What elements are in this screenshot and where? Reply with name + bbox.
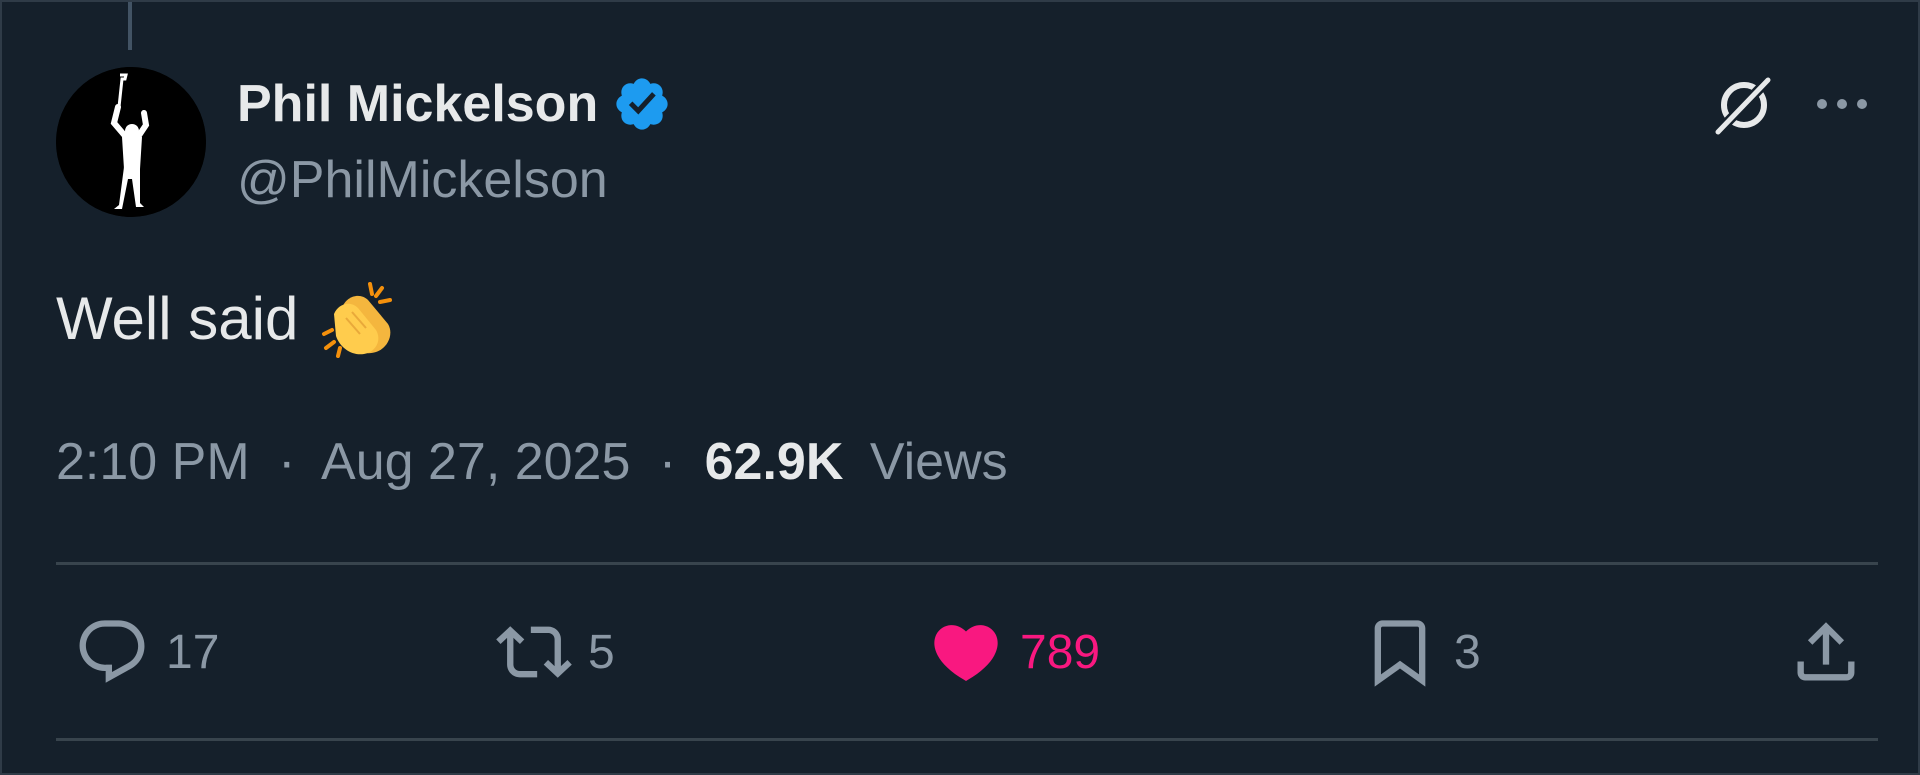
author-display-name[interactable]: Phil Mickelson [237,72,598,136]
tweet-text: Well said [56,278,398,360]
avatar[interactable] [56,67,206,217]
more-icon[interactable] [1814,84,1870,124]
divider [56,738,1878,741]
retweet-count: 5 [588,625,615,679]
tweet-time[interactable]: 2:10 PM [56,433,250,491]
meta-separator: · [278,433,296,491]
retweet-button[interactable]: 5 [496,612,615,692]
share-button[interactable] [1788,612,1864,692]
bookmark-button[interactable]: 3 [1362,612,1481,692]
author-name-row: Phil Mickelson [237,72,672,136]
meta-separator: · [658,433,677,491]
like-count: 789 [1020,625,1101,679]
verified-badge-icon[interactable] [612,74,672,134]
grok-icon[interactable] [1708,70,1778,140]
tweet-date[interactable]: Aug 27, 2025 [321,433,630,491]
tweet-card: Phil Mickelson @PhilMickelson Well said [0,0,1920,775]
views-count[interactable]: 62.9K [705,433,844,491]
action-bar: 17 5 789 3 [2,612,1920,692]
heart-icon [934,625,998,682]
bookmark-count: 3 [1454,625,1481,679]
reply-count: 17 [166,625,220,679]
reply-icon [79,620,145,683]
views-label: Views [869,433,1008,491]
thread-connector-line [128,2,132,50]
clapping-hands-emoji-icon [316,278,398,360]
reply-button[interactable]: 17 [74,612,219,692]
tweet-meta: 2:10 PM · Aug 27, 2025 · 62.9K Views [56,430,1008,494]
like-button[interactable]: 789 [928,612,1100,692]
bookmark-icon [1374,620,1426,687]
divider [56,562,1878,565]
golfer-silhouette-icon [56,67,206,217]
share-icon [1797,622,1855,681]
retweet-icon [496,626,572,678]
author-handle[interactable]: @PhilMickelson [237,150,608,210]
tweet-text-content: Well said [56,285,299,352]
